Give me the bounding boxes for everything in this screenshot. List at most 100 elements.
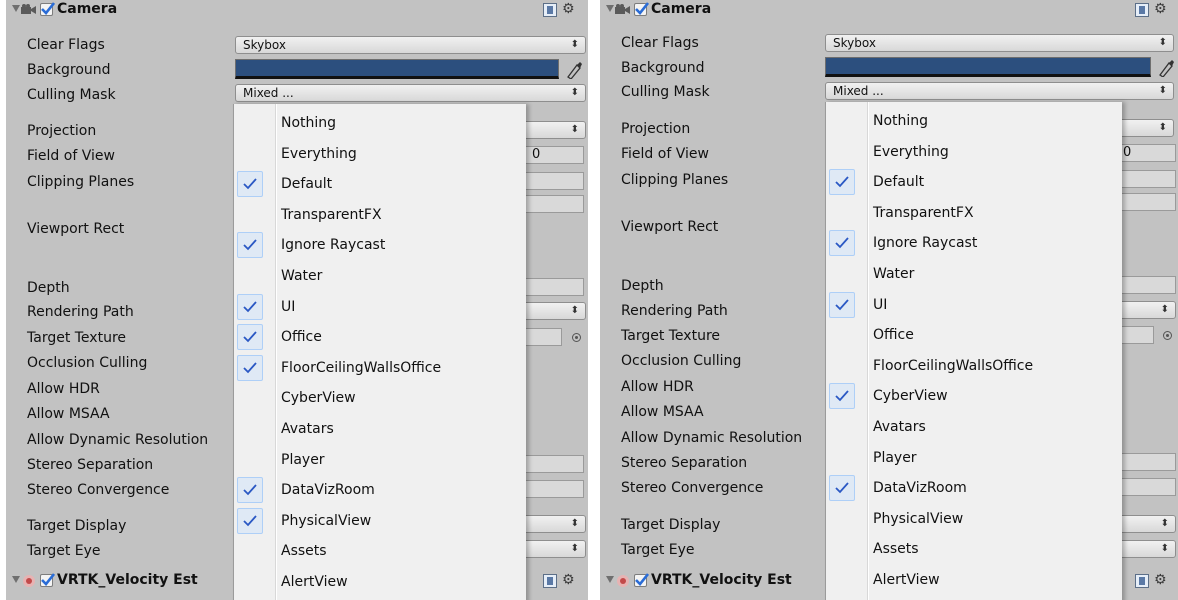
culling-layer-item[interactable]: Assets: [826, 534, 1122, 564]
culling-layer-label: Water: [873, 266, 915, 282]
culling-layer-item[interactable]: UI: [234, 292, 526, 322]
culling-mask-dropdown[interactable]: Mixed ... ⬍: [235, 84, 586, 102]
culling-layer-item[interactable]: Default: [826, 167, 1122, 197]
stereo-convergence-label: Stereo Convergence: [621, 480, 764, 496]
culling-mask-value: Mixed ...: [243, 86, 294, 100]
culling-layer-item[interactable]: Player: [826, 443, 1122, 473]
culling-layer-label: Everything: [873, 143, 949, 160]
dropdown-arrow-icon: ⬍: [1158, 85, 1167, 96]
inspector-panel-right: Camera ⚙ Clear Flags Skybox ⬍ Background…: [600, 0, 1178, 600]
culling-layer-item[interactable]: CyberView: [234, 383, 526, 413]
culling-layer-item[interactable]: DataVizRoom: [826, 473, 1122, 503]
foldout-arrow-icon[interactable]: [606, 5, 614, 12]
culling-layer-label: Water: [281, 268, 323, 284]
culling-layer-item[interactable]: Nothing: [234, 108, 526, 138]
culling-layer-item[interactable]: Ignore Raycast: [826, 228, 1122, 258]
camera-icon: [615, 4, 630, 14]
culling-layer-label: Player: [281, 451, 325, 468]
component-title: Camera: [57, 1, 118, 17]
culling-layer-item[interactable]: PhysicalView: [234, 506, 526, 536]
culling-layer-item[interactable]: PhysicalView: [826, 504, 1122, 534]
object-picker-icon[interactable]: [1163, 331, 1172, 340]
help-book-icon[interactable]: [1135, 3, 1149, 17]
clear-flags-dropdown[interactable]: Skybox ⬍: [235, 36, 586, 54]
allow-hdr-label: Allow HDR: [27, 381, 100, 397]
culling-layer-item[interactable]: CyberView: [826, 381, 1122, 411]
dropdown-arrow-icon: ⬍: [570, 124, 579, 135]
culling-layer-label: Ignore Raycast: [873, 235, 978, 252]
culling-layer-item[interactable]: AlertView: [826, 565, 1122, 595]
target-eye-label: Target Eye: [621, 542, 695, 558]
gear-icon[interactable]: ⚙: [1154, 571, 1167, 589]
object-picker-icon[interactable]: [572, 333, 581, 342]
occlusion-culling-label: Occlusion Culling: [621, 353, 742, 369]
culling-mask-dropdown[interactable]: Mixed ... ⬍: [825, 82, 1174, 100]
gear-icon[interactable]: ⚙: [562, 571, 575, 589]
culling-layer-item[interactable]: UI: [826, 290, 1122, 320]
allow-dynamic-resolution-label: Allow Dynamic Resolution: [621, 430, 803, 446]
field-of-view-value: 0: [1123, 145, 1132, 160]
allow-dynamic-resolution-label: Allow Dynamic Resolution: [27, 432, 209, 448]
culling-layer-item[interactable]: AlertView: [234, 567, 526, 597]
clear-flags-label: Clear Flags: [27, 37, 105, 53]
field-of-view-label: Field of View: [27, 148, 115, 164]
culling-layer-item[interactable]: Everything: [234, 139, 526, 169]
help-book-icon[interactable]: [543, 3, 557, 17]
dropdown-arrow-icon: ⬍: [1160, 518, 1169, 529]
background-color-field[interactable]: [825, 57, 1151, 77]
vrtk-enabled-checkbox[interactable]: [40, 573, 55, 587]
culling-layer-item[interactable]: FloorCeilingWallsOffice: [826, 351, 1122, 381]
camera-enabled-checkbox[interactable]: [634, 2, 649, 16]
projection-label: Projection: [27, 123, 97, 139]
camera-icon: [21, 4, 36, 14]
foldout-arrow-icon[interactable]: [12, 576, 20, 583]
background-color-field[interactable]: [235, 59, 559, 79]
culling-layer-item[interactable]: Player: [234, 445, 526, 475]
gear-icon[interactable]: ⚙: [562, 0, 575, 18]
culling-layer-label: UI: [873, 296, 888, 313]
viewport-rect-label: Viewport Rect: [27, 221, 125, 237]
culling-layer-item[interactable]: Everything: [826, 137, 1122, 167]
culling-layer-item[interactable]: Default: [234, 169, 526, 199]
vrtk-enabled-checkbox[interactable]: [634, 573, 649, 587]
foldout-arrow-icon[interactable]: [606, 576, 614, 583]
culling-layer-item[interactable]: Nothing: [826, 106, 1122, 136]
gear-icon[interactable]: ⚙: [1154, 0, 1167, 18]
culling-layer-label: TransparentFX: [873, 204, 974, 221]
target-display-label: Target Display: [27, 518, 127, 534]
clear-flags-dropdown[interactable]: Skybox ⬍: [825, 34, 1174, 52]
foldout-arrow-icon[interactable]: [12, 5, 20, 12]
culling-layer-item[interactable]: FloorCeilingWallsOffice: [234, 353, 526, 383]
culling-layer-item[interactable]: Water: [826, 259, 1122, 289]
stereo-separation-label: Stereo Separation: [27, 457, 154, 473]
checkmark-icon: [237, 507, 263, 534]
clipping-planes-label: Clipping Planes: [27, 174, 135, 190]
culling-layer-label: Everything: [281, 145, 357, 162]
culling-layer-item[interactable]: Avatars: [234, 414, 526, 444]
camera-component-header[interactable]: Camera ⚙: [600, 0, 1178, 22]
culling-layer-item[interactable]: Water: [234, 261, 526, 291]
culling-layer-item[interactable]: Ignore Raycast: [234, 230, 526, 260]
culling-layer-label: Nothing: [873, 113, 929, 129]
help-book-icon[interactable]: [543, 574, 557, 588]
culling-layer-item[interactable]: Avatars: [826, 412, 1122, 442]
eyedropper-icon[interactable]: [566, 59, 582, 79]
culling-layer-item[interactable]: DataVizRoom: [234, 475, 526, 505]
culling-layer-item[interactable]: TransparentFX: [826, 198, 1122, 228]
camera-component-header[interactable]: Camera ⚙: [6, 0, 588, 22]
dropdown-arrow-icon: ⬍: [1160, 543, 1169, 554]
culling-layer-item[interactable]: Assets: [234, 536, 526, 566]
culling-layer-item[interactable]: TransparentFX: [234, 200, 526, 230]
dropdown-arrow-icon: ⬍: [1160, 304, 1169, 315]
checkmark-icon: [829, 475, 855, 502]
help-book-icon[interactable]: [1135, 574, 1149, 588]
culling-layer-label: FloorCeilingWallsOffice: [281, 359, 442, 376]
culling-layer-label: Default: [281, 176, 333, 193]
eyedropper-icon[interactable]: [1158, 57, 1174, 77]
rendering-path-label: Rendering Path: [621, 303, 728, 319]
allow-hdr-label: Allow HDR: [621, 379, 694, 395]
culling-layer-item[interactable]: Office: [234, 322, 526, 352]
camera-enabled-checkbox[interactable]: [40, 2, 55, 16]
checkmark-icon: [829, 291, 855, 318]
culling-layer-item[interactable]: Office: [826, 320, 1122, 350]
